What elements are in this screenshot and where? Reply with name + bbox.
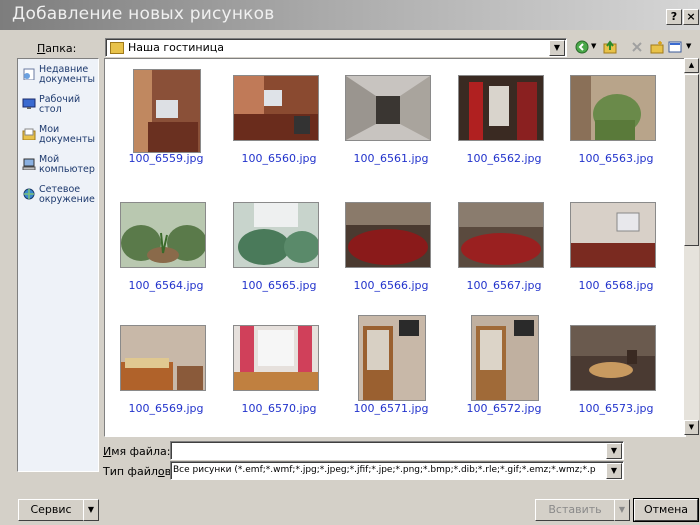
thumbnail-image — [233, 75, 319, 141]
scroll-down-button[interactable]: ▼ — [684, 420, 699, 435]
new-folder-icon[interactable] — [650, 40, 664, 54]
thumbnail-image — [358, 315, 426, 401]
my-documents-icon — [22, 128, 36, 140]
delete-icon[interactable] — [630, 40, 644, 54]
file-view[interactable]: 100_6559.jpg 100_6560.jpg 100_6561.jpg 1… — [104, 58, 686, 437]
folder-dropdown-button[interactable]: ▼ — [549, 40, 565, 56]
place-recent[interactable]: Недавние документы — [22, 65, 98, 95]
thumbnail-image — [570, 202, 656, 268]
thumbnail-image — [458, 75, 544, 141]
file-item[interactable]: 100_6568.jpg — [561, 190, 671, 310]
place-desktop[interactable]: Рабочий стол — [22, 95, 98, 125]
file-item[interactable]: 100_6565.jpg — [224, 190, 334, 310]
back-dropdown-icon[interactable]: ▼ — [591, 42, 596, 50]
desktop-icon — [22, 98, 36, 109]
thumbnail-image — [345, 202, 431, 268]
title-bar: Добавление новых рисунков ? × — [0, 0, 700, 30]
scroll-up-button[interactable]: ▲ — [684, 58, 699, 73]
insert-dropdown-button[interactable]: ▼ — [614, 499, 630, 521]
file-item[interactable]: 100_6560.jpg — [224, 63, 334, 183]
thumbnail-image — [570, 75, 656, 141]
place-my-documents[interactable]: Мои документы — [22, 125, 98, 155]
filetype-select[interactable]: Все рисунки (*.emf;*.wmf;*.jpg;*.jpeg;*.… — [170, 461, 624, 480]
file-item[interactable]: 100_6564.jpg — [111, 190, 221, 310]
file-item[interactable]: 100_6566.jpg — [336, 190, 446, 310]
views-dropdown-icon[interactable]: ▼ — [686, 42, 691, 50]
file-item[interactable]: 100_6561.jpg — [336, 63, 446, 183]
file-item[interactable]: 100_6563.jpg — [561, 63, 671, 183]
cancel-button[interactable]: Отмена — [633, 498, 699, 522]
service-button[interactable]: Сервис — [18, 499, 84, 521]
back-icon[interactable] — [575, 40, 589, 54]
file-item[interactable]: 100_6570.jpg — [224, 313, 334, 433]
vertical-scrollbar[interactable]: ▲ ▼ — [684, 58, 699, 435]
close-button[interactable]: × — [683, 9, 699, 25]
place-my-computer[interactable]: Мой компьютер — [22, 155, 98, 185]
file-item[interactable]: 100_6562.jpg — [449, 63, 559, 183]
filetype-dropdown-button[interactable]: ▼ — [606, 463, 622, 479]
thumbnail-image — [345, 75, 431, 141]
recent-docs-icon — [23, 68, 35, 80]
file-item[interactable]: 100_6567.jpg — [449, 190, 559, 310]
help-button[interactable]: ? — [666, 9, 682, 25]
views-icon[interactable] — [668, 40, 682, 54]
thumbnail-image — [233, 325, 319, 391]
my-computer-icon — [22, 158, 36, 170]
file-item[interactable]: 100_6572.jpg — [449, 313, 559, 433]
thumbnail-image — [570, 325, 656, 391]
window-title: Добавление новых рисунков — [12, 4, 275, 24]
filename-input[interactable]: ▼ — [170, 441, 624, 460]
thumbnail-image — [120, 325, 206, 391]
filetype-label: Тип файлов: — [103, 465, 175, 478]
folder-icon — [110, 42, 124, 54]
network-icon — [23, 188, 35, 200]
thumbnail-image — [458, 202, 544, 268]
thumbnail-image — [133, 69, 201, 153]
insert-button[interactable]: Вставить — [535, 499, 615, 521]
filename-label: Имя файла: — [103, 445, 171, 458]
file-item[interactable]: 100_6573.jpg — [561, 313, 671, 433]
thumbnail-image — [120, 202, 206, 268]
scroll-thumb[interactable] — [684, 74, 699, 246]
folder-value: Наша гостиница — [128, 41, 224, 54]
service-dropdown-button[interactable]: ▼ — [83, 499, 99, 521]
file-item[interactable]: 100_6559.jpg — [111, 63, 221, 183]
places-bar: Недавние документы Рабочий стол Мои доку… — [17, 58, 99, 472]
folder-combo[interactable]: Наша гостиница ▼ — [105, 38, 567, 57]
thumbnail-image — [233, 202, 319, 268]
filename-dropdown-button[interactable]: ▼ — [606, 443, 622, 459]
file-item[interactable]: 100_6569.jpg — [111, 313, 221, 433]
thumbnail-image — [471, 315, 539, 401]
place-network[interactable]: Сетевое окружение — [22, 185, 98, 215]
up-folder-icon[interactable] — [603, 40, 617, 54]
file-item[interactable]: 100_6571.jpg — [336, 313, 446, 433]
folder-label: Папка: — [37, 42, 77, 55]
